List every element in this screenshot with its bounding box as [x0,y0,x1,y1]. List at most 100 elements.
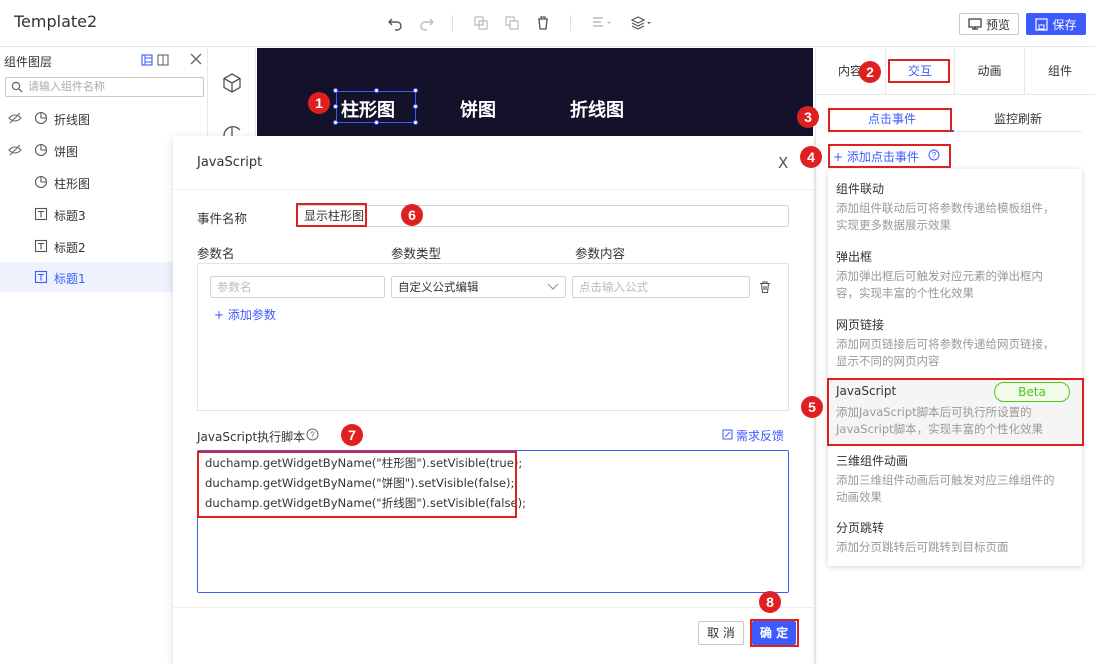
menu-item-desc: 添加弹出框后可触发对应元素的弹出框内容，实现丰富的个性化效果 [836,269,1043,300]
event-name-input[interactable]: 显示柱形图 [297,205,789,227]
param-content-input[interactable]: 点击输入公式 [572,276,750,298]
step-marker: 4 [800,146,822,168]
list-view-icon[interactable] [141,54,153,66]
step-marker: 5 [801,396,823,418]
toolbar-divider [452,15,453,31]
menu-item-widget-link[interactable]: 组件联动 [836,180,884,197]
selection-box [336,91,416,123]
resize-handle[interactable] [374,120,379,125]
eye-hidden-icon[interactable] [8,111,22,125]
menu-item-desc: 添加网页链接后可将参数传递给网页链接，显示不同的网页内容 [836,337,1055,368]
monitor-icon [968,18,982,30]
subtab-monitor-refresh[interactable]: 监控刷新 [954,108,1082,132]
param-header-content: 参数内容 [575,246,626,261]
layer-label: 柱形图 [54,177,91,191]
copy-icon[interactable] [472,14,490,32]
paste-icon[interactable] [503,14,521,32]
param-header-type: 参数类型 [391,246,442,261]
layer-item[interactable]: 饼图 [0,135,173,165]
chart-icon[interactable] [221,120,243,136]
tab-animation[interactable]: 动画 [955,48,1025,94]
resize-handle[interactable] [333,120,338,125]
pie-chart-icon [34,111,48,125]
annotation-box [197,451,517,518]
step-marker: 6 [401,204,423,226]
resize-handle[interactable] [413,104,418,109]
search-icon [11,81,23,93]
layers-panel-title: 组件图层 [4,55,53,69]
pie-chart-icon [34,143,48,157]
layers-icon[interactable] [630,14,654,32]
step-marker: 2 [859,61,881,83]
layer-item[interactable]: 折线图 [0,103,173,133]
canvas-title-pie-chart[interactable]: 饼图 [460,96,496,122]
layer-item[interactable]: 标题2 [0,231,173,261]
menu-item-desc: 添加组件联动后可将参数传递给模板组件，实现更多数据展示效果 [836,201,1055,232]
tab-divider [815,94,1095,95]
dialog-title: JavaScript [197,155,263,170]
menu-item-desc: 添加三维组件动画后可触发对应三维组件的动画效果 [836,473,1055,504]
menu-item-3d-animation[interactable]: 三维组件动画 [836,452,908,469]
preview-label: 预览 [985,17,1010,32]
param-name-input[interactable]: 参数名 [210,276,385,298]
layer-label: 饼图 [54,145,79,159]
layer-label: 折线图 [54,113,91,127]
annotation-box [888,59,950,83]
layer-search-input[interactable]: 请输入组件名称 [5,77,204,97]
menu-item-page-jump[interactable]: 分页跳转 [836,519,884,536]
step-marker: 1 [308,92,330,114]
resize-handle[interactable] [333,104,338,109]
layer-label: 标题2 [54,241,86,255]
text-box-icon [34,239,48,253]
script-label: JavaScript执行脚本 [197,430,306,444]
step-marker: 3 [797,106,819,128]
annotation-box [827,378,1084,446]
undo-icon[interactable] [386,14,404,32]
save-icon [1035,17,1049,31]
layer-item[interactable]: 柱形图 [0,167,173,197]
tab-component[interactable]: 组件 [1025,48,1095,94]
redo-icon[interactable] [418,14,436,32]
svg-text:?: ? [310,431,315,440]
delete-icon[interactable] [534,14,552,32]
annotation-box [296,203,367,227]
layer-label: 标题3 [54,209,86,223]
resize-handle[interactable] [413,88,418,93]
annotation-box [750,619,799,647]
cancel-button[interactable]: 取 消 [698,621,744,645]
dialog-footer-divider [173,607,813,608]
menu-item-web-link[interactable]: 网页链接 [836,316,884,333]
layer-label: 标题1 [54,272,86,286]
chevron-down-icon [547,282,559,292]
help-icon[interactable]: ? [306,428,319,441]
preview-button[interactable]: 预览 [959,13,1019,35]
eye-hidden-icon[interactable] [8,143,22,157]
param-header-name: 参数名 [197,246,235,261]
dialog-divider [173,189,813,190]
cube-icon[interactable] [221,72,243,94]
menu-item-popup[interactable]: 弹出框 [836,248,872,265]
add-param-button[interactable]: + 添加参数 [214,306,276,323]
resize-handle[interactable] [333,88,338,93]
layer-item[interactable]: 标题1 [0,262,173,292]
layer-item[interactable]: 标题3 [0,199,173,229]
delete-param-icon[interactable] [758,280,772,294]
param-type-select[interactable]: 自定义公式编辑 [391,276,566,298]
menu-item-desc: 添加分页跳转后可跳转到目标页面 [836,540,1009,554]
event-name-label: 事件名称 [197,211,248,226]
text-box-icon [34,207,48,221]
canvas-title-line-chart[interactable]: 折线图 [570,96,624,122]
text-box-icon [34,270,48,284]
close-panel-icon[interactable] [190,53,202,65]
split-view-icon[interactable] [157,54,169,66]
app-title: Template2 [14,12,98,31]
save-button[interactable]: 保存 [1026,13,1086,35]
resize-handle[interactable] [374,88,379,93]
step-marker: 7 [341,424,363,446]
feedback-icon [722,429,733,440]
align-icon[interactable] [590,14,614,32]
dialog-close-button[interactable]: X [778,154,788,172]
resize-handle[interactable] [413,120,418,125]
toolbar-divider [570,15,571,31]
feedback-link[interactable]: 需求反馈 [736,427,784,444]
